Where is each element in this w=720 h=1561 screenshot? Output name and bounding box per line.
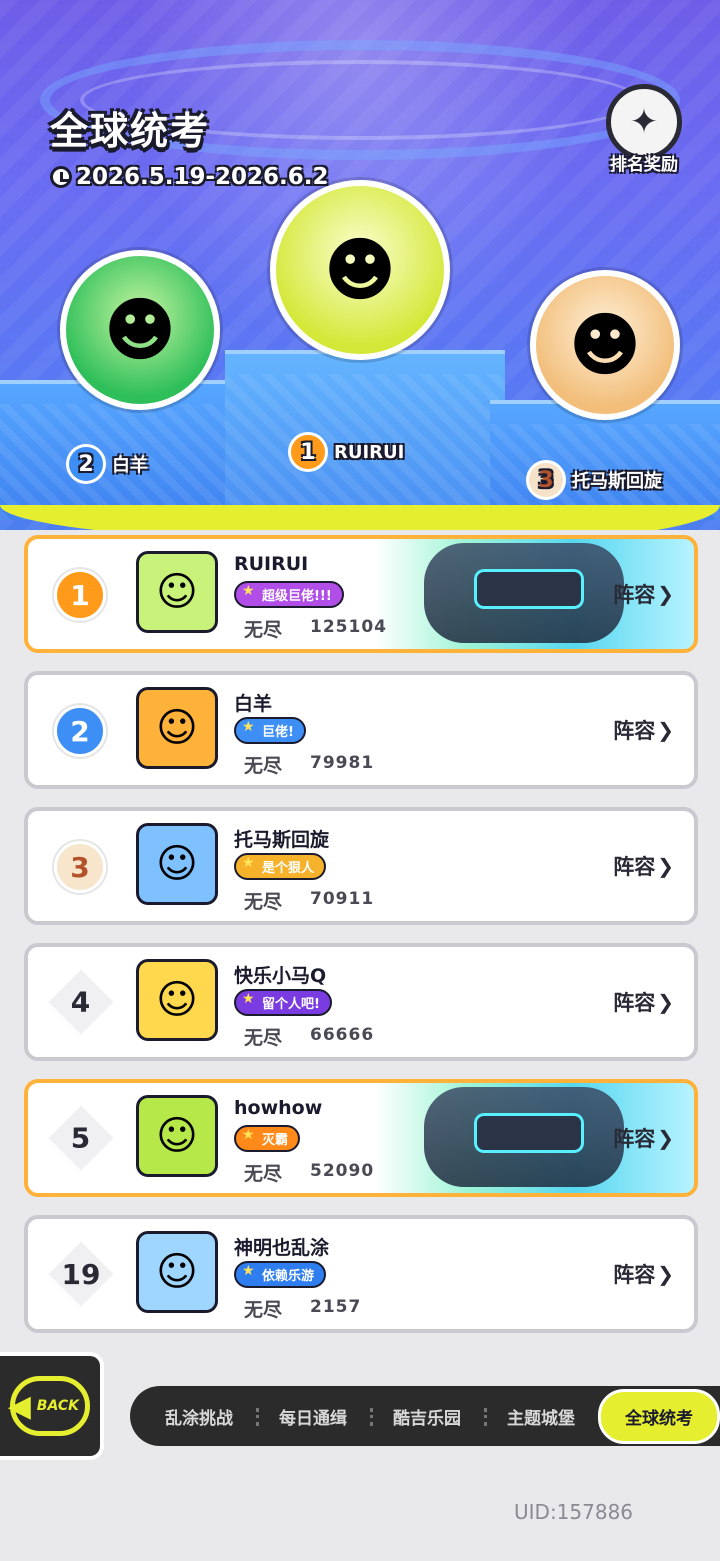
player-name: 神明也乱涂 bbox=[234, 1237, 330, 1259]
podium-third-name: 托马斯回旋 bbox=[572, 471, 662, 492]
player-avatar[interactable]: ☺ bbox=[136, 687, 218, 769]
rank-1-star-icon: 1 bbox=[288, 432, 328, 472]
lineup-button[interactable]: 阵容 ❯ bbox=[613, 1123, 674, 1153]
tab-global-exam[interactable]: 全球统考 bbox=[598, 1388, 720, 1444]
tab-kuji-park[interactable]: 酷吉乐园 bbox=[370, 1404, 484, 1429]
back-label: BACK bbox=[36, 1398, 79, 1414]
player-avatar[interactable]: ☺ bbox=[136, 823, 218, 905]
podium-first-avatar[interactable]: ☻ bbox=[270, 180, 450, 360]
podium-second-label: 2 白羊 bbox=[66, 444, 148, 484]
lineup-button[interactable]: 阵容 ❯ bbox=[613, 987, 674, 1017]
user-id: UID:157886 bbox=[514, 1500, 634, 1524]
score-value: 2157 bbox=[310, 1297, 362, 1317]
rank-3-star-icon: 3 bbox=[526, 460, 566, 500]
slime-divider bbox=[0, 505, 720, 530]
leaderboard-row[interactable]: 1 ☺ RUIRUI 超级巨佬!!! 无尽 125104 阵容 ❯ bbox=[24, 535, 698, 653]
leaderboard-row[interactable]: 19 ☺ 神明也乱涂 依赖乐游 无尽 2157 阵容 ❯ bbox=[24, 1215, 698, 1333]
chevron-right-icon: ❯ bbox=[657, 1262, 674, 1286]
mode-label: 无尽 bbox=[244, 619, 283, 641]
back-button[interactable]: ◀ BACK bbox=[0, 1352, 104, 1460]
reward-chest-icon: ✦ bbox=[606, 84, 682, 160]
chevron-right-icon: ❯ bbox=[657, 854, 674, 878]
player-avatar[interactable]: ☺ bbox=[136, 959, 218, 1041]
rank-medal-icon: 1 bbox=[54, 569, 106, 621]
chevron-right-icon: ❯ bbox=[657, 1126, 674, 1150]
lineup-label: 阵容 bbox=[613, 1127, 656, 1151]
lineup-button[interactable]: 阵容 ❯ bbox=[613, 1259, 674, 1289]
mode-label: 无尽 bbox=[244, 1027, 283, 1049]
title-badge: 留个人吧! bbox=[234, 989, 332, 1016]
player-avatar[interactable]: ☺ bbox=[136, 1231, 218, 1313]
score-value: 70911 bbox=[310, 889, 375, 909]
rank-diamond-icon: 19 bbox=[48, 1241, 114, 1307]
podium-first-name: RUIRUI bbox=[334, 441, 405, 463]
leaderboard-row[interactable]: 2 ☺ 白羊 巨佬! 无尽 79981 阵容 ❯ bbox=[24, 671, 698, 789]
leaderboard-row[interactable]: 4 ☺ 快乐小马Q 留个人吧! 无尽 66666 阵容 ❯ bbox=[24, 943, 698, 1061]
lineup-label: 阵容 bbox=[613, 583, 656, 607]
podium-third-avatar[interactable]: ☻ bbox=[530, 270, 680, 420]
mode-tab-bar: 乱涂挑战 每日通缉 酷吉乐园 主题城堡 全球统考 bbox=[130, 1386, 720, 1446]
leaderboard-list: 1 ☺ RUIRUI 超级巨佬!!! 无尽 125104 阵容 ❯ 2 ☺ 白羊… bbox=[24, 535, 698, 1351]
mode-label: 无尽 bbox=[244, 755, 283, 777]
title-badge: 巨佬! bbox=[234, 717, 306, 744]
lineup-label: 阵容 bbox=[613, 855, 656, 879]
tab-daily-wanted[interactable]: 每日通缉 bbox=[256, 1404, 370, 1429]
player-name: RUIRUI bbox=[234, 553, 309, 575]
lineup-label: 阵容 bbox=[613, 1263, 656, 1287]
rank-reward-button[interactable]: ✦ 排名奖励 bbox=[598, 84, 690, 180]
tab-theme-castle[interactable]: 主题城堡 bbox=[484, 1404, 598, 1429]
chevron-right-icon: ❯ bbox=[657, 582, 674, 606]
rank-number: 19 bbox=[61, 1257, 101, 1291]
rank-number: 4 bbox=[71, 985, 91, 1019]
back-arrow-icon: ◀ BACK bbox=[7, 1376, 90, 1436]
player-avatar[interactable]: ☺ bbox=[136, 551, 218, 633]
podium-header: 全球统考 2026.5.19-2026.6.2 ✦ 排名奖励 ☻ ☻ ☻ 2 白… bbox=[0, 0, 720, 530]
clock-icon bbox=[50, 166, 72, 188]
score-value: 79981 bbox=[310, 753, 375, 773]
title-badge: 超级巨佬!!! bbox=[234, 581, 344, 608]
player-name: 快乐小马Q bbox=[234, 965, 327, 987]
score-value: 125104 bbox=[310, 617, 387, 637]
rank-diamond-icon: 5 bbox=[48, 1105, 114, 1171]
arrow-left-icon: ◀ bbox=[7, 1388, 31, 1424]
date-range-text: 2026.5.19-2026.6.2 bbox=[76, 164, 329, 190]
rank-2-star-icon: 2 bbox=[66, 444, 106, 484]
lineup-button[interactable]: 阵容 ❯ bbox=[613, 579, 674, 609]
player-name: 白羊 bbox=[234, 693, 273, 715]
rank-number: 5 bbox=[71, 1121, 91, 1155]
title-badge: 是个狠人 bbox=[234, 853, 327, 880]
date-range: 2026.5.19-2026.6.2 bbox=[50, 164, 329, 190]
player-name: howhow bbox=[234, 1097, 323, 1119]
rank-diamond-icon: 4 bbox=[48, 969, 114, 1035]
chevron-right-icon: ❯ bbox=[657, 990, 674, 1014]
podium-second-avatar[interactable]: ☻ bbox=[60, 250, 220, 410]
podium-third-label: 3 托马斯回旋 bbox=[526, 460, 662, 500]
mode-label: 无尽 bbox=[244, 891, 283, 913]
rank-medal-icon: 3 bbox=[54, 841, 106, 893]
score-value: 66666 bbox=[310, 1025, 375, 1045]
leaderboard-row[interactable]: 3 ☺ 托马斯回旋 是个狠人 无尽 70911 阵容 ❯ bbox=[24, 807, 698, 925]
player-avatar[interactable]: ☺ bbox=[136, 1095, 218, 1177]
tab-graffiti-challenge[interactable]: 乱涂挑战 bbox=[142, 1404, 256, 1429]
podium-first-label: 1 RUIRUI bbox=[288, 432, 404, 472]
title-badge: 灭霸 bbox=[234, 1125, 301, 1152]
chevron-right-icon: ❯ bbox=[657, 718, 674, 742]
rank-medal-icon: 2 bbox=[54, 705, 106, 757]
lineup-label: 阵容 bbox=[613, 719, 656, 743]
lineup-button[interactable]: 阵容 ❯ bbox=[613, 851, 674, 881]
leaderboard-row[interactable]: 5 ☺ howhow 灭霸 无尽 52090 阵容 ❯ bbox=[24, 1079, 698, 1197]
page-title: 全球统考 bbox=[50, 109, 211, 153]
mode-label: 无尽 bbox=[244, 1299, 283, 1321]
lineup-button[interactable]: 阵容 ❯ bbox=[613, 715, 674, 745]
title-badge: 依赖乐游 bbox=[234, 1261, 327, 1288]
podium-second-name: 白羊 bbox=[112, 455, 148, 476]
lineup-label: 阵容 bbox=[613, 991, 656, 1015]
mode-label: 无尽 bbox=[244, 1163, 283, 1185]
score-value: 52090 bbox=[310, 1161, 375, 1181]
player-name: 托马斯回旋 bbox=[234, 829, 330, 851]
rank-reward-label: 排名奖励 bbox=[610, 155, 678, 175]
